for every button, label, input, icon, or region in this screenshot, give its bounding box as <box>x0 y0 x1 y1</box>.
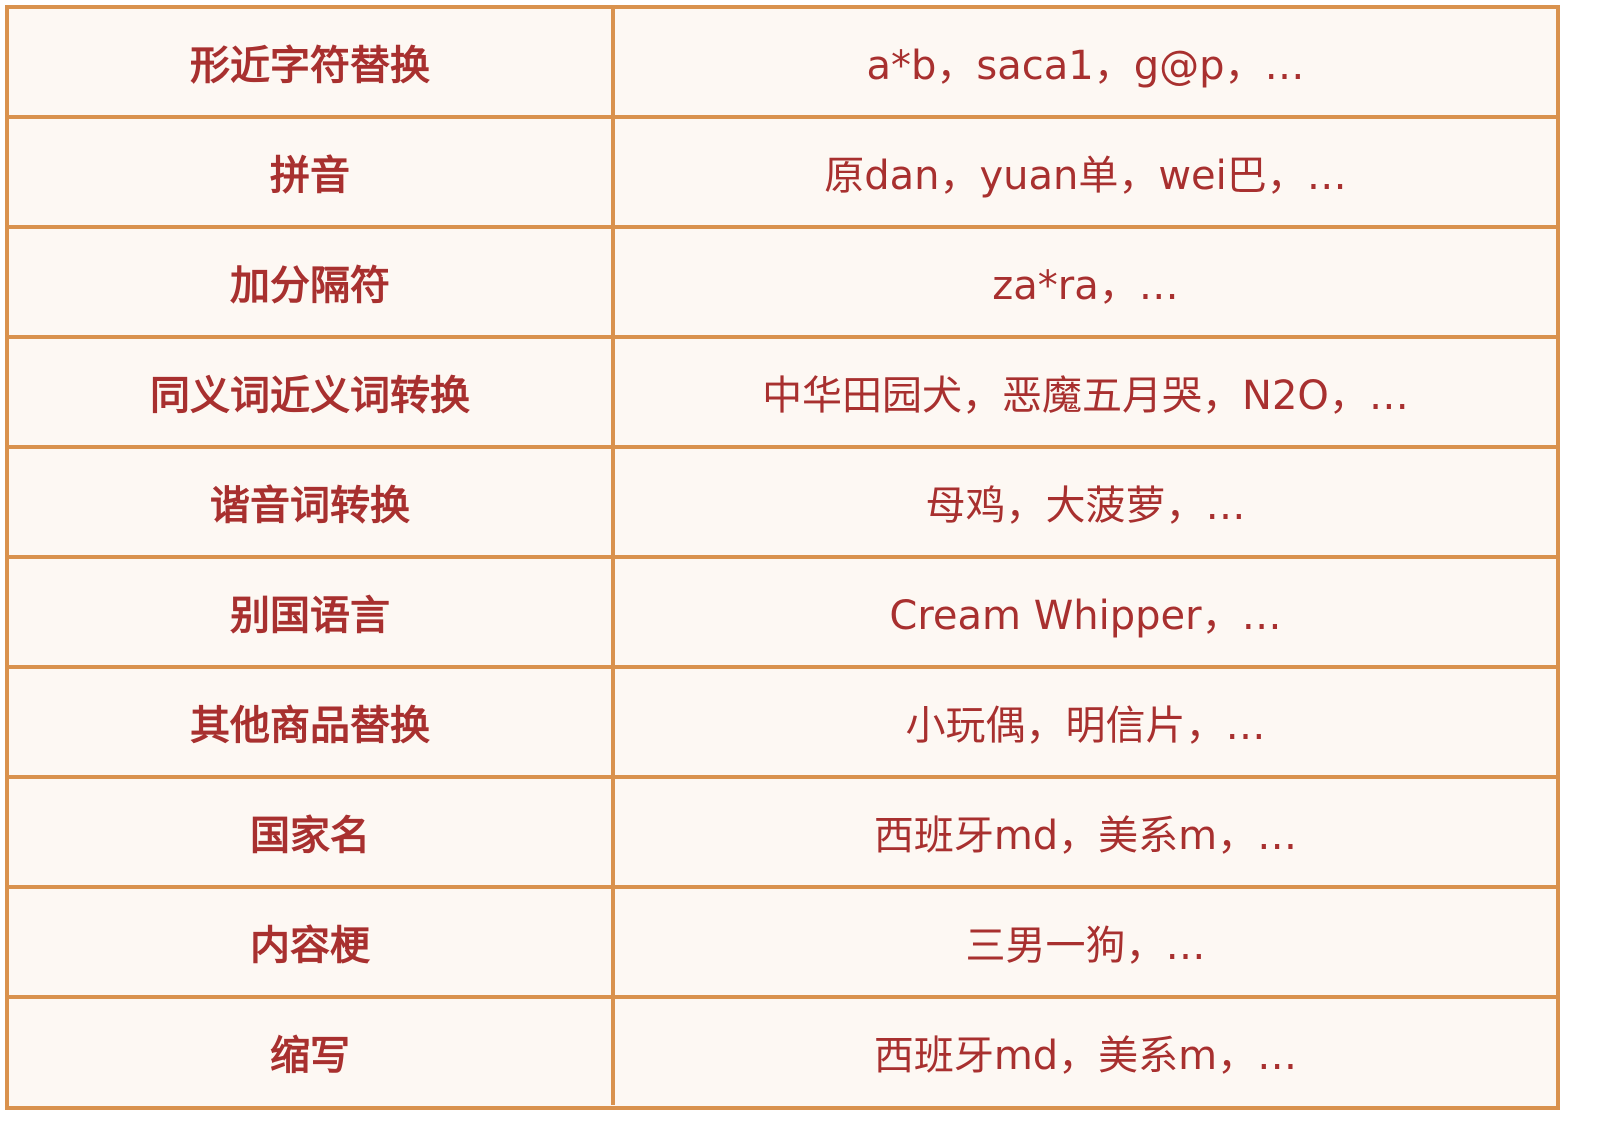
row-type-cell: 别国语言 <box>9 559 615 665</box>
table-row: 谐音词转换 母鸡，大菠萝，… <box>9 449 1556 559</box>
table-row: 其他商品替换 小玩偶，明信片，… <box>9 669 1556 779</box>
row-type-cell: 加分隔符 <box>9 229 615 335</box>
table-row: 国家名 西班牙md，美系m，… <box>9 779 1556 889</box>
row-type-cell: 缩写 <box>9 999 615 1105</box>
row-example-cell: a*b，saca1，g@p，… <box>866 43 1305 89</box>
table-row: 加分隔符 za*ra，… <box>9 229 1556 339</box>
row-type-cell: 拼音 <box>9 119 615 225</box>
row-example-cell: za*ra，… <box>992 263 1179 309</box>
row-type-cell: 其他商品替换 <box>9 669 615 775</box>
row-type-cell: 同义词近义词转换 <box>9 339 615 445</box>
row-example-cell: 三男一狗，… <box>965 923 1206 969</box>
row-type-cell: 谐音词转换 <box>9 449 615 555</box>
table-row: 形近字符替换 a*b，saca1，g@p，… <box>9 9 1556 119</box>
row-example-cell: 西班牙md，美系m，… <box>873 813 1298 859</box>
row-example-cell: 小玩偶，明信片，… <box>905 703 1266 749</box>
table-row: 别国语言 Cream Whipper，… <box>9 559 1556 669</box>
row-example-cell: 中华田园犬，恶魔五月哭，N2O，… <box>762 373 1409 419</box>
table-row: 缩写 西班牙md，美系m，… <box>9 999 1556 1105</box>
row-example-cell: 原dan，yuan单，wei巴，… <box>824 153 1347 199</box>
row-example-cell: 母鸡，大菠萝，… <box>925 483 1246 529</box>
row-type-cell: 形近字符替换 <box>9 9 615 115</box>
variant-table: 形近字符替换 a*b，saca1，g@p，… 拼音 原dan，yuan单，wei… <box>5 5 1560 1110</box>
row-type-cell: 内容梗 <box>9 889 615 995</box>
table-row: 拼音 原dan，yuan单，wei巴，… <box>9 119 1556 229</box>
row-example-cell: 西班牙md，美系m，… <box>873 1033 1298 1079</box>
table-row: 同义词近义词转换 中华田园犬，恶魔五月哭，N2O，… <box>9 339 1556 449</box>
row-type-cell: 国家名 <box>9 779 615 885</box>
row-example-cell: Cream Whipper，… <box>889 593 1282 639</box>
table-row: 内容梗 三男一狗，… <box>9 889 1556 999</box>
